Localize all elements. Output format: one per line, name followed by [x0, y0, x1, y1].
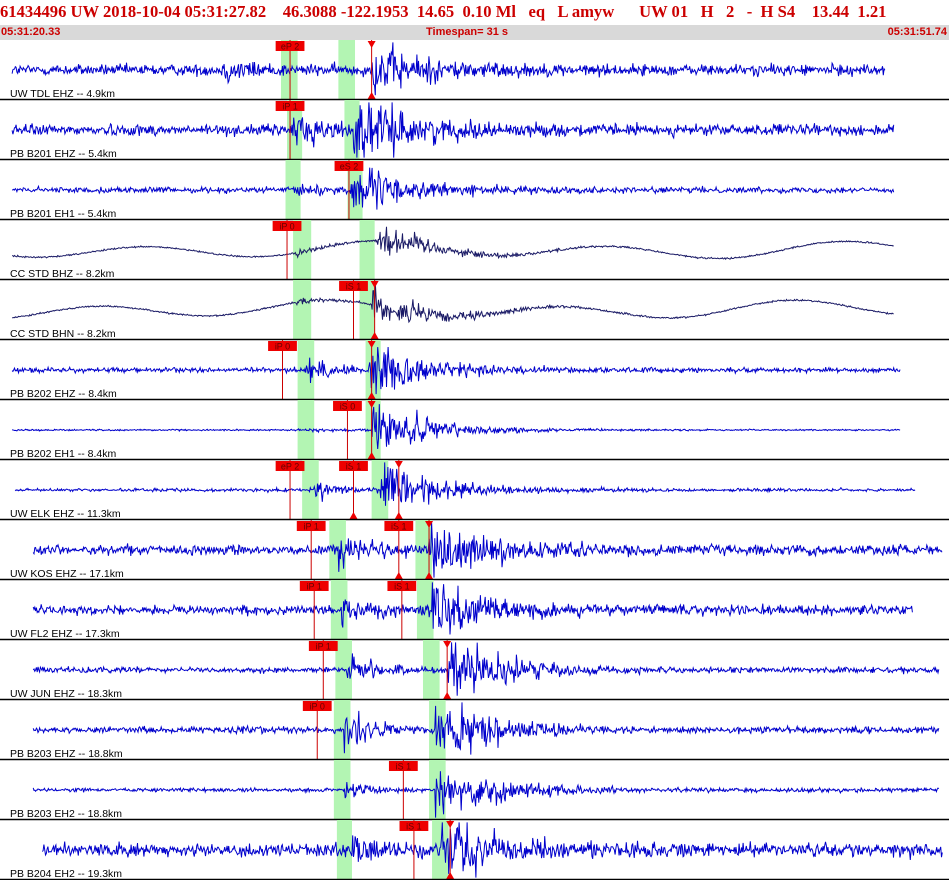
- quality-flag-1: H: [700, 2, 714, 21]
- magnitude-type: Ml: [495, 2, 516, 21]
- channel-label: PB B204 EH2 -- 19.3km: [10, 868, 122, 880]
- event-id: 61434496: [0, 2, 67, 21]
- trace-row-b201-ehz: iP 1 PB B201 EHZ -- 5.4km: [0, 100, 949, 161]
- event-header: 61434496 UW 2018-10-04 05:31:27.82 46.30…: [0, 0, 949, 40]
- pick-label: iS 0: [340, 402, 356, 412]
- waveform-trace: [32, 522, 943, 578]
- pick-label: iP 1: [304, 522, 319, 532]
- pick-marker-top: [394, 461, 403, 468]
- phase-window-s: [359, 220, 375, 280]
- seismogram-panel[interactable]: eP 2 UW TDL EHZ -- 4.9km iP 1 PB B201 EHZ -…: [0, 40, 949, 880]
- pick-label: iP 0: [279, 222, 294, 232]
- waveform-trace: [14, 462, 916, 506]
- trace-row-b201-eh1: eS 2 PB B201 EH1 -- 5.4km: [0, 160, 949, 221]
- pick-marker-bottom: [394, 512, 403, 519]
- pick-label: iP 1: [282, 102, 297, 112]
- pick-marker-top: [367, 41, 376, 48]
- analyst: amyw: [571, 2, 615, 21]
- origin-time: 2018-10-04 05:31:27.82: [102, 2, 267, 21]
- pick-label: eP 2: [281, 42, 299, 52]
- channel-label: PB B201 EHZ -- 5.4km: [10, 148, 117, 160]
- phase-window-p: [293, 280, 312, 340]
- rms-value: 13.44: [811, 2, 850, 21]
- event-source: UW: [639, 2, 668, 21]
- channel-label: PB B202 EH1 -- 8.4km: [10, 448, 116, 460]
- time-axis-bar: 05:31:20.33 Timespan= 31 s 05:31:51.74: [0, 25, 949, 40]
- event-version: 01: [671, 2, 689, 21]
- trace-row-b203-eh2: iS 1 PB B203 EH2 -- 18.8km: [0, 760, 949, 821]
- location-type: L: [557, 2, 568, 21]
- channel-label: UW TDL EHZ -- 4.9km: [10, 88, 115, 100]
- event-type: eq: [528, 2, 546, 21]
- trace-row-kos-ehz: iP 1 iS 1UW KOS EHZ -- 17.1km: [0, 520, 949, 581]
- waveform-trace: [12, 282, 894, 324]
- start-time-label: 05:31:20.33: [1, 26, 61, 38]
- pick-label: iS 1: [396, 762, 412, 772]
- trace-row-elk-ehz: eP 2 iS 1UW ELK EHZ -- 11.3km: [0, 460, 949, 521]
- waveform-trace: [12, 226, 894, 261]
- event-latitude: 46.3088: [282, 2, 337, 21]
- channel-label: CC STD BHN -- 8.2km: [10, 328, 116, 340]
- pick-marker-top: [443, 641, 452, 648]
- trace-row-jun-ehz: iP 1 UW JUN EHZ -- 18.3km: [0, 640, 949, 701]
- trace-row-b202-eh1: iS 0 PB B202 EH1 -- 8.4km: [0, 400, 949, 461]
- channel-label: UW FL2 EHZ -- 17.3km: [10, 628, 120, 640]
- trace-row-b204-eh2: iS 1 PB B204 EH2 -- 19.3km: [0, 820, 949, 880]
- waveform-trace: [11, 42, 886, 96]
- pick-marker-bottom: [394, 572, 403, 579]
- waveform-trace: [32, 702, 940, 755]
- waveform-trace: [32, 582, 913, 635]
- event-network: UW: [70, 2, 99, 21]
- channel-label: PB B201 EH1 -- 5.4km: [10, 208, 116, 220]
- pick-label: eS 2: [340, 162, 359, 172]
- channel-label: PB B202 EHZ -- 8.4km: [10, 388, 117, 400]
- waveform-trace: [11, 102, 895, 158]
- pick-label: iP 0: [275, 342, 290, 352]
- pick-marker-bottom: [349, 512, 358, 519]
- channel-label: UW KOS EHZ -- 17.1km: [10, 568, 124, 580]
- trace-row-fl2-ehz: iP 1 iS 1 UW FL2 EHZ -- 17.3km: [0, 580, 949, 641]
- quality-flag-4: H: [760, 2, 774, 21]
- pick-label: iS 1: [346, 282, 362, 292]
- trace-row-b203-ehz: iP 0 PB B203 EHZ -- 18.8km: [0, 700, 949, 761]
- pick-marker-bottom: [367, 92, 376, 99]
- channel-label: CC STD BHZ -- 8.2km: [10, 268, 115, 280]
- pick-label: iS 1: [406, 822, 422, 832]
- event-longitude: -122.1953: [340, 2, 409, 21]
- waveform-trace: [11, 167, 895, 210]
- timespan-label: Timespan= 31 s: [426, 26, 509, 38]
- pick-label: iP 0: [310, 702, 325, 712]
- trace-row-tdl-ehz: eP 2 UW TDL EHZ -- 4.9km: [0, 40, 949, 101]
- waveform-trace: [11, 404, 901, 450]
- end-time-label: 05:31:51.74: [887, 26, 947, 38]
- pick-marker-bottom: [443, 692, 452, 699]
- event-depth: 14.65: [416, 2, 455, 21]
- trace-row-std-bhz: iP 0 CC STD BHZ -- 8.2km: [0, 220, 949, 281]
- pick-label: iP 1: [307, 582, 322, 592]
- quality-flag-5: S4: [777, 2, 796, 21]
- waveform-trace: [11, 346, 901, 395]
- pick-label: iP 1: [316, 642, 331, 652]
- waveform-trace: [32, 771, 940, 818]
- channel-label: PB B203 EH2 -- 18.8km: [10, 808, 122, 820]
- pick-label: iS 1: [394, 582, 410, 592]
- pick-label: eP 2: [281, 462, 299, 472]
- channel-label: PB B203 EHZ -- 18.8km: [10, 748, 123, 760]
- depth-error: 0.10: [462, 2, 492, 21]
- waveform-trace: [41, 822, 943, 878]
- channel-label: UW ELK EHZ -- 11.3km: [10, 508, 121, 520]
- event-summary-line: 61434496 UW 2018-10-04 05:31:27.82 46.30…: [0, 1, 949, 23]
- channel-label: UW JUN EHZ -- 18.3km: [10, 688, 122, 700]
- magnitude-value: 1.21: [857, 2, 887, 21]
- waveform-trace: [32, 642, 940, 696]
- trace-row-std-bhn: iS 1 CC STD BHN -- 8.2km: [0, 280, 949, 341]
- trace-row-b202-ehz: iP 0 PB B202 EHZ -- 8.4km: [0, 340, 949, 401]
